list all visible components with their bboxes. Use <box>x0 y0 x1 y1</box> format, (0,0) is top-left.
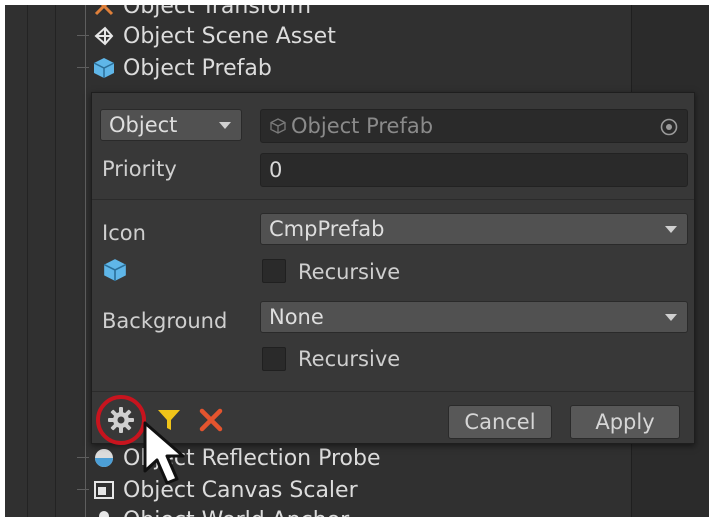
priority-input[interactable]: 0 <box>260 153 688 187</box>
rule-settings-popup: Object Object Prefab Priority 0 Icon Cmp… <box>91 92 695 445</box>
tree-branch-tick <box>77 67 89 68</box>
cancel-button-label: Cancel <box>464 410 536 434</box>
background-dropdown-value: None <box>269 305 324 329</box>
object-field[interactable]: Object Prefab <box>260 109 688 143</box>
tree-branch-tick <box>77 457 89 458</box>
tree-item-object-reflection-probe[interactable]: Object Reflection Probe <box>91 443 381 473</box>
tree-item-object-canvas-scaler[interactable]: Object Canvas Scaler <box>91 475 358 505</box>
chevron-down-icon <box>219 122 231 129</box>
priority-value: 0 <box>269 158 283 182</box>
world-anchor-icon <box>91 507 117 517</box>
icon-label: Icon <box>102 221 146 245</box>
tree-guide-line <box>55 5 56 517</box>
tree-item-label: Object Scene Asset <box>123 23 336 49</box>
priority-label: Priority <box>102 157 177 181</box>
object-picker-icon[interactable] <box>659 117 679 137</box>
divider <box>92 199 694 200</box>
cancel-button[interactable]: Cancel <box>448 405 552 439</box>
icon-recursive-label: Recursive <box>298 260 401 284</box>
tree-item-object-scene-asset[interactable]: Object Scene Asset <box>91 21 336 51</box>
chevron-down-icon <box>665 314 677 321</box>
tree-branch-tick <box>77 489 89 490</box>
prefab-cube-icon <box>91 55 117 81</box>
apply-button-label: Apply <box>595 410 655 434</box>
tree-guide-line <box>85 5 86 517</box>
icon-dropdown[interactable]: CmpPrefab <box>260 213 688 245</box>
background-dropdown[interactable]: None <box>260 301 688 333</box>
reflection-probe-icon <box>91 445 117 471</box>
scene-asset-icon <box>91 23 117 49</box>
mouse-cursor-icon <box>141 419 205 491</box>
tree-item-object-transform[interactable]: Object Transform <box>91 5 311 21</box>
apply-button[interactable]: Apply <box>570 405 680 439</box>
chevron-down-icon <box>665 226 677 233</box>
tree-item-object-world-anchor[interactable]: Object World Anchor <box>91 505 349 517</box>
type-dropdown-value: Object <box>109 113 178 137</box>
prefab-cube-icon <box>102 257 128 283</box>
icon-recursive-checkbox[interactable] <box>262 259 286 283</box>
tree-item-label: Object World Anchor <box>123 508 349 518</box>
icon-dropdown-value: CmpPrefab <box>269 217 385 241</box>
background-recursive-label: Recursive <box>298 347 401 371</box>
tree-guide-line <box>27 5 28 517</box>
tree-branch-tick <box>77 35 89 36</box>
type-dropdown[interactable]: Object <box>100 109 242 141</box>
hierarchy-window: Object Transform Object Scene Asset Obje… <box>5 5 709 517</box>
object-field-value: Object Prefab <box>291 114 434 138</box>
tree-item-object-prefab[interactable]: Object Prefab <box>91 53 272 83</box>
divider <box>92 391 694 392</box>
canvas-scaler-icon <box>91 477 117 503</box>
highlight-ring <box>96 395 146 445</box>
prefab-outline-icon <box>269 117 287 135</box>
background-recursive-checkbox[interactable] <box>262 347 286 371</box>
background-label: Background <box>102 309 228 333</box>
tree-item-label: Object Transform <box>123 5 312 19</box>
transform-icon <box>91 5 117 19</box>
tree-item-label: Object Prefab <box>123 55 272 81</box>
